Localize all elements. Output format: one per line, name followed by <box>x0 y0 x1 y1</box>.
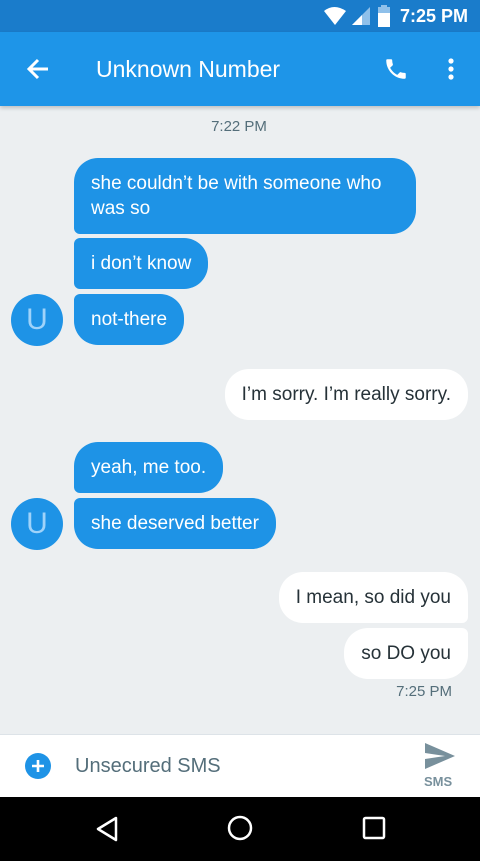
conversation-title: Unknown Number <box>96 56 281 82</box>
incoming-message: i don’t know <box>74 238 209 289</box>
incoming-message: she deserved better <box>74 498 276 549</box>
battery-icon <box>378 5 390 27</box>
outgoing-message: so DO you <box>344 628 468 679</box>
message-input[interactable]: Unsecured SMS <box>75 755 221 778</box>
contact-avatar[interactable]: U <box>11 294 63 346</box>
send-button[interactable]: SMS <box>420 741 460 793</box>
compose-bar: Unsecured SMS SMS <box>0 734 480 797</box>
back-arrow-icon[interactable] <box>26 57 50 81</box>
outgoing-message: I’m sorry. I’m really sorry. <box>224 369 468 420</box>
incoming-message: she couldn’t be with someone who was so <box>74 158 416 234</box>
incoming-message: not-there <box>74 294 185 345</box>
wifi-signal-icon <box>324 7 370 25</box>
home-nav-icon[interactable] <box>227 815 253 841</box>
outgoing-message: I mean, so did you <box>278 572 468 623</box>
add-attachment-icon[interactable] <box>24 752 52 780</box>
incoming-message: yeah, me too. <box>74 442 224 493</box>
send-icon <box>425 743 455 769</box>
recents-nav-icon[interactable] <box>362 816 386 840</box>
status-bar: 7:25 PM <box>0 0 480 32</box>
app-bar: Unknown Number <box>0 32 480 106</box>
send-label: SMS <box>424 774 453 789</box>
status-time: 7:25 PM <box>400 6 469 26</box>
timestamp: 7:22 PM <box>211 118 267 135</box>
phone-icon[interactable] <box>383 56 409 82</box>
timestamp: 7:25 PM <box>396 683 452 700</box>
more-options-icon[interactable] <box>445 57 457 81</box>
back-nav-icon[interactable] <box>94 815 120 843</box>
navigation-bar <box>0 797 480 861</box>
contact-avatar[interactable]: U <box>11 498 63 550</box>
